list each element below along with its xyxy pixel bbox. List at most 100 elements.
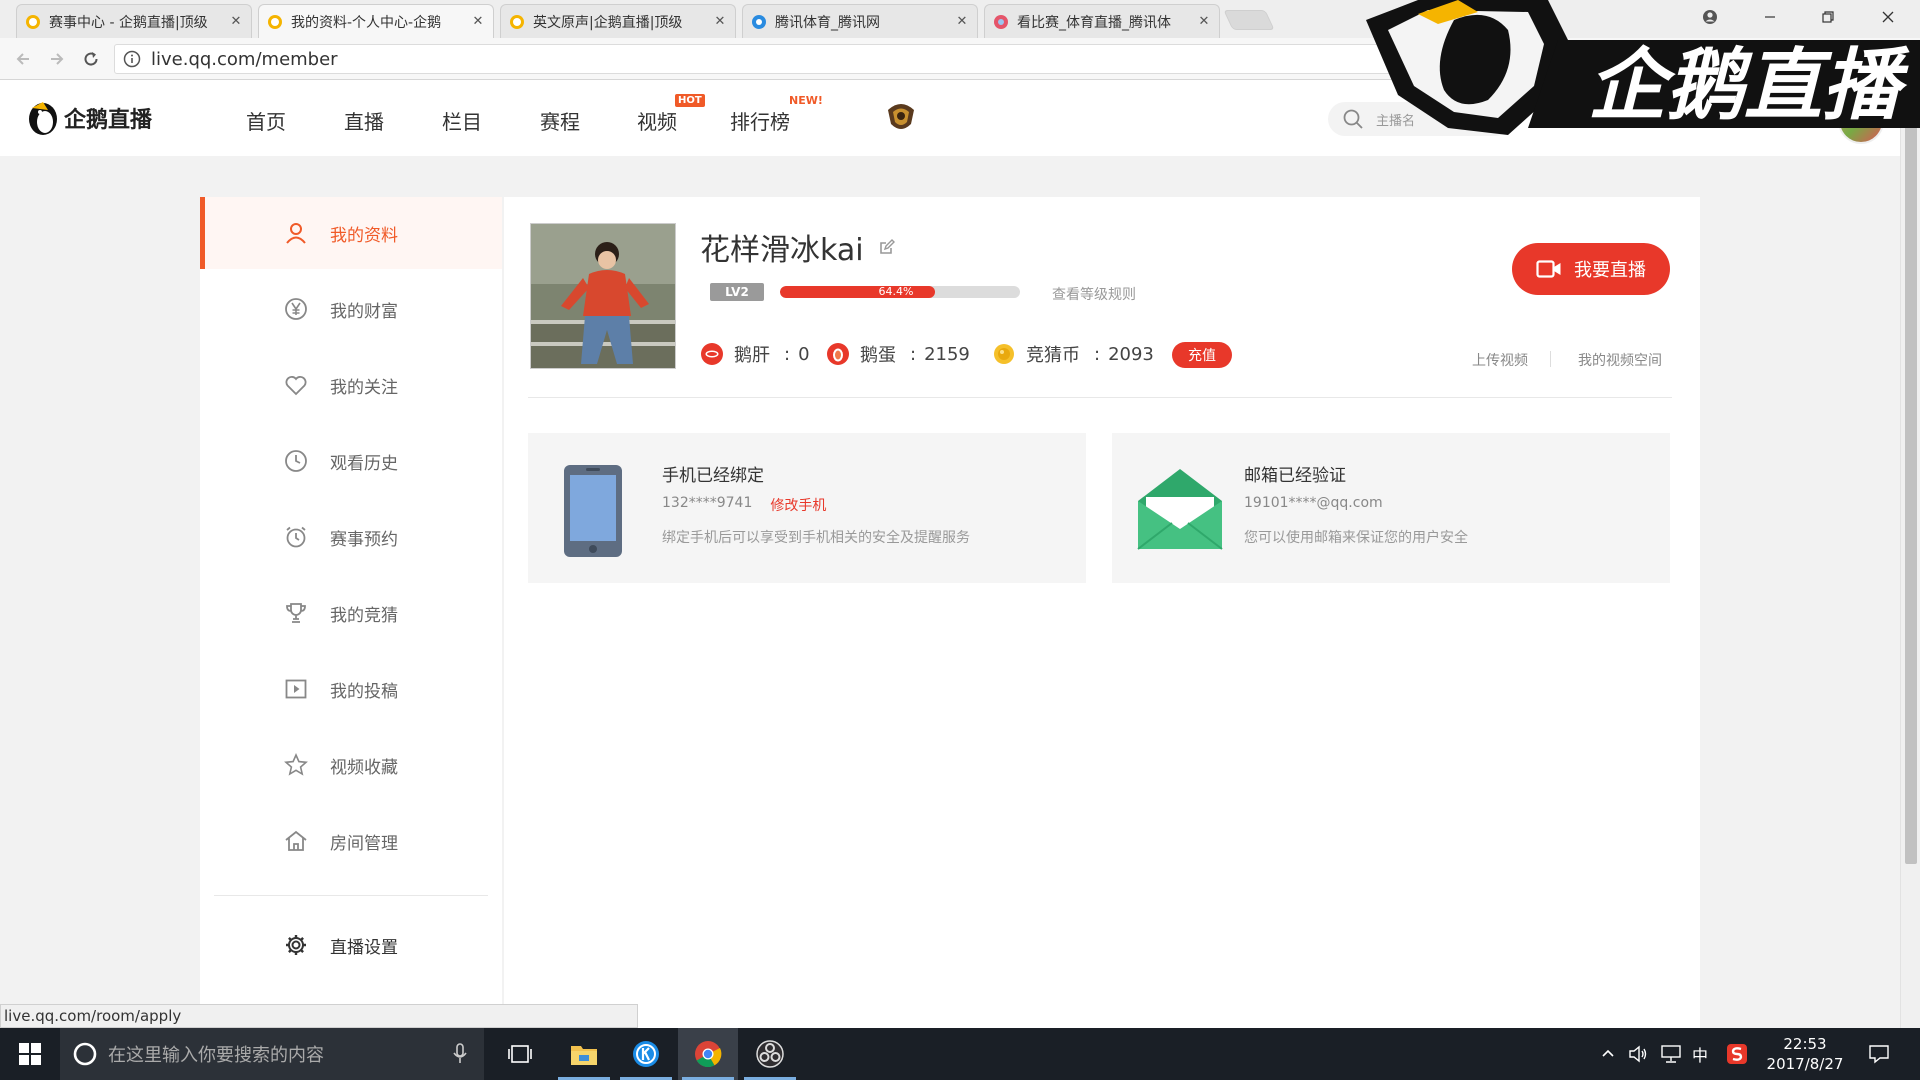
tab-close-icon[interactable]: ✕ <box>713 14 727 29</box>
phone-binding-card: 手机已经绑定 132****9741 修改手机 绑定手机后可以享受到手机相关的安… <box>528 433 1086 583</box>
sidebar-item-history[interactable]: 观看历史 <box>200 425 502 497</box>
windows-taskbar: 在这里输入你要搜索的内容 中 22:53 2017/8/27 <box>0 1028 1920 1080</box>
edit-icon[interactable] <box>878 238 896 256</box>
stat-value: 0 <box>798 343 810 365</box>
follow-link[interactable]: 关注 <box>1650 110 1698 129</box>
page-scrollbar[interactable] <box>1900 80 1920 1028</box>
tab-close-icon[interactable]: ✕ <box>229 14 243 29</box>
envelope-icon <box>1137 469 1223 550</box>
sidebar-divider <box>214 895 488 896</box>
tab-close-icon[interactable]: ✕ <box>955 14 969 29</box>
level-rule-link[interactable]: 查看等级规则 <box>1052 284 1136 304</box>
profile-icon[interactable] <box>1690 4 1730 30</box>
download-label: 下载 <box>1766 114 1793 129</box>
site-logo[interactable]: 企鹅直播 <box>26 100 152 136</box>
close-window-icon[interactable] <box>1868 4 1908 30</box>
nav-columns[interactable]: 栏目 <box>442 106 482 135</box>
tab-close-icon[interactable]: ✕ <box>1197 14 1211 29</box>
obs-studio-icon[interactable] <box>740 1028 800 1080</box>
chrome-icon[interactable] <box>678 1028 738 1080</box>
nav-home[interactable]: 首页 <box>246 106 286 135</box>
email-card-title: 邮箱已经验证 <box>1244 466 1346 486</box>
sidebar-item-room-management[interactable]: 房间管理 <box>200 805 502 877</box>
input-method-indicator[interactable]: 中 <box>1692 1028 1708 1080</box>
address-bar[interactable]: live.qq.com/member <box>114 44 1404 74</box>
notification-center-icon[interactable] <box>1868 1028 1890 1080</box>
sidebar-item-reservation[interactable]: 赛事预约 <box>200 501 502 573</box>
site-search-input[interactable]: 主播名 <box>1328 102 1512 136</box>
clock-time: 22:53 <box>1783 1035 1827 1053</box>
taskbar-clock[interactable]: 22:53 2017/8/27 <box>1760 1034 1850 1074</box>
tencent-sports-favicon <box>752 14 766 29</box>
sidebar-item-label: 房间管理 <box>330 833 398 854</box>
volume-icon[interactable] <box>1628 1028 1648 1080</box>
file-explorer-icon[interactable] <box>554 1028 614 1080</box>
tab-title: 看比赛_体育直播_腾讯体 <box>1017 14 1171 31</box>
profile-photo[interactable] <box>530 223 676 369</box>
stat-value: 2093 <box>1108 343 1154 365</box>
stat-guess-coin: 竞猜币 : 2093 <box>992 341 1154 367</box>
search-icon[interactable] <box>1342 108 1364 130</box>
nav-live[interactable]: 直播 <box>344 106 384 135</box>
tab-title: 英文原声|企鹅直播|顶级 <box>533 14 683 31</box>
history-link[interactable]: 历史 <box>1556 110 1604 129</box>
show-hidden-icons[interactable] <box>1600 1028 1616 1080</box>
avatar[interactable] <box>1838 98 1884 144</box>
clock-icon <box>1557 111 1573 128</box>
star-icon <box>284 753 308 777</box>
sidebar-item-label: 我的关注 <box>330 377 398 398</box>
microphone-icon[interactable] <box>452 1043 468 1065</box>
sidebar-item-label: 我的竞猜 <box>330 605 398 626</box>
sidebar-item-following[interactable]: 我的关注 <box>200 349 502 421</box>
download-link[interactable]: 下载 <box>1744 110 1792 129</box>
heart-icon <box>284 373 308 397</box>
nav-schedule[interactable]: 赛程 <box>540 106 580 135</box>
member-sidebar: 我的资料 我的财富 我的关注 观看历史 赛事预约 我的竞猜 我的投稿 视频收藏 … <box>200 197 502 1028</box>
windows-start-icon[interactable] <box>0 1028 60 1080</box>
tab-title: 我的资料-个人中心-企鹅 <box>291 14 442 31</box>
sidebar-item-submissions[interactable]: 我的投稿 <box>200 653 502 725</box>
new-tab-button[interactable] <box>1223 10 1275 30</box>
browser-tab-active[interactable]: 我的资料-个人中心-企鹅 ✕ <box>258 4 494 38</box>
nav-video[interactable]: 视频 <box>637 106 677 135</box>
sogou-input-icon[interactable] <box>1726 1028 1748 1080</box>
minimize-icon[interactable] <box>1750 4 1790 30</box>
change-phone-link[interactable]: 修改手机 <box>770 495 826 515</box>
browser-tab[interactable]: 看比赛_体育直播_腾讯体 ✕ <box>984 4 1220 38</box>
forward-arrow-icon[interactable] <box>46 48 68 70</box>
sidebar-item-live-settings[interactable]: 直播设置 <box>200 909 502 981</box>
recharge-button[interactable]: 充值 <box>1172 342 1232 368</box>
clock-icon <box>284 449 308 473</box>
email-address: 19101****@qq.com <box>1244 495 1383 511</box>
sidebar-item-wealth[interactable]: 我的财富 <box>200 273 502 345</box>
task-view-icon[interactable] <box>490 1028 550 1080</box>
scrollbar-thumb[interactable] <box>1905 124 1917 864</box>
upload-video-link[interactable]: 上传视频 <box>1472 350 1528 370</box>
browser-tab[interactable]: 赛事中心 - 企鹅直播|顶级 ✕ <box>16 4 252 38</box>
home-icon <box>284 829 308 853</box>
taskbar-search-input[interactable]: 在这里输入你要搜索的内容 <box>60 1028 484 1080</box>
sidebar-item-label: 直播设置 <box>330 937 398 958</box>
sidebar-item-profile[interactable]: 我的资料 <box>200 197 502 269</box>
stat-goose-liver: 鹅肝 : 0 <box>700 341 810 367</box>
nav-ranking[interactable]: 排行榜 <box>730 106 790 135</box>
user-icon <box>284 221 308 245</box>
team-crest-icon[interactable] <box>884 100 918 134</box>
kugou-music-icon[interactable] <box>616 1028 676 1080</box>
go-live-label: 我要直播 <box>1574 260 1646 281</box>
sidebar-item-favorites[interactable]: 视频收藏 <box>200 729 502 801</box>
browser-tab[interactable]: 腾讯体育_腾讯网 ✕ <box>742 4 978 38</box>
info-icon[interactable] <box>123 50 141 68</box>
go-live-button[interactable]: 我要直播 <box>1512 243 1670 295</box>
restore-icon[interactable] <box>1808 4 1848 30</box>
my-video-space-link[interactable]: 我的视频空间 <box>1578 350 1662 370</box>
sidebar-item-guess[interactable]: 我的竞猜 <box>200 577 502 649</box>
tab-close-icon[interactable]: ✕ <box>471 14 485 29</box>
back-arrow-icon[interactable] <box>12 48 34 70</box>
browser-tab[interactable]: 英文原声|企鹅直播|顶级 ✕ <box>500 4 736 38</box>
trophy-icon <box>284 601 308 625</box>
network-icon[interactable] <box>1660 1028 1682 1080</box>
penguin-live-favicon <box>268 14 282 29</box>
reload-icon[interactable] <box>80 48 102 70</box>
alarm-icon <box>284 525 308 549</box>
